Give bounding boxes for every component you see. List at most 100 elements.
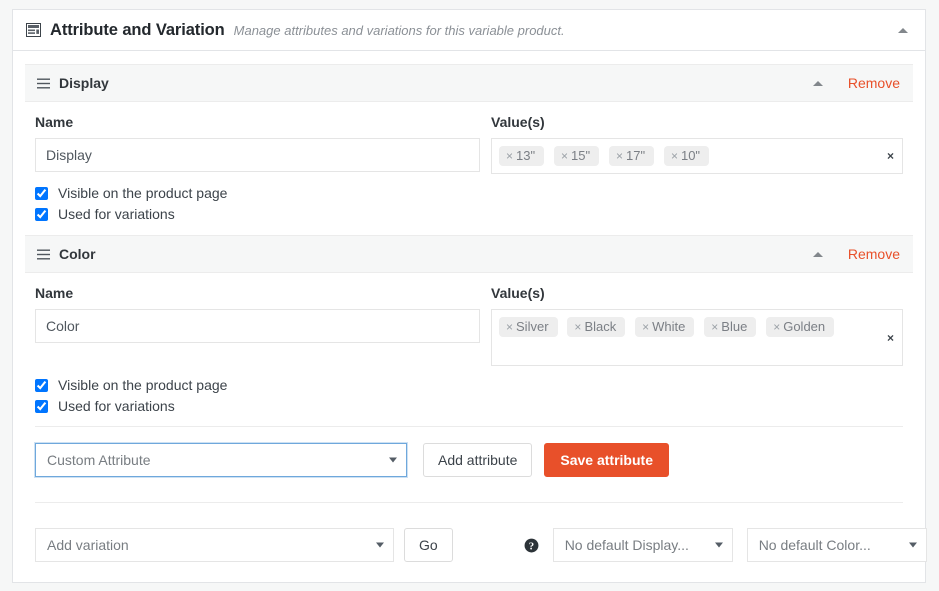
custom-attribute-select[interactable]: Custom Attribute: [35, 443, 407, 477]
caret-up-icon: [812, 251, 823, 257]
value-tag[interactable]: × Silver: [499, 317, 558, 337]
go-button[interactable]: Go: [404, 528, 453, 562]
panel-header: Attribute and Variation Manage attribute…: [13, 10, 925, 51]
question-mark-icon[interactable]: ?: [524, 538, 539, 553]
default-display-select-value: No default Display...: [564, 537, 689, 553]
name-label: Name: [35, 114, 74, 130]
value-tag[interactable]: × 17": [608, 146, 655, 166]
used-for-variations-checkbox[interactable]: [35, 207, 48, 221]
values-label: Value(s): [491, 285, 545, 301]
tag-label: White: [652, 319, 686, 334]
panel-subtitle: Manage attributes and variations for thi…: [233, 22, 565, 38]
value-tag[interactable]: × White: [635, 317, 695, 337]
attribute-name-input[interactable]: [35, 138, 480, 172]
default-color-select-value: No default Color...: [758, 537, 871, 553]
attribute-values-col: Value(s) ×Silver ×Black ×White ×Blue: [480, 285, 913, 366]
page-title: Attribute and Variation: [50, 20, 225, 39]
used-for-variations-checkbox[interactable]: [35, 399, 48, 413]
tag-label: 13": [516, 148, 536, 163]
remove-attribute-link[interactable]: Remove: [848, 75, 900, 91]
tag-label: 15": [571, 148, 591, 163]
value-tag[interactable]: × 13": [499, 146, 545, 166]
attribute-variation-panel: Attribute and Variation Manage attribute…: [12, 9, 927, 583]
tag-remove-icon[interactable]: ×: [671, 149, 678, 163]
attribute-options-color: Visible on the product page Used for var…: [25, 366, 913, 414]
attribute-fields-display: Name Value(s) ×13" ×15" ×17": [25, 102, 913, 174]
panel-collapse-toggle[interactable]: [895, 22, 911, 38]
tag-remove-icon[interactable]: ×: [506, 149, 513, 163]
default-display-select[interactable]: No default Display...: [552, 528, 733, 562]
chevron-down-icon: [376, 542, 384, 548]
tag-remove-icon[interactable]: ×: [561, 149, 568, 163]
tag-label: 10": [680, 148, 701, 163]
value-tag[interactable]: × Golden: [766, 317, 835, 337]
value-tag[interactable]: × 10": [663, 146, 710, 166]
visible-on-product-page-row[interactable]: Visible on the product page: [35, 185, 913, 201]
attribute-collapse-toggle[interactable]: [810, 246, 826, 262]
save-attribute-button[interactable]: Save attribute: [544, 443, 669, 477]
drag-handle-icon[interactable]: [37, 78, 50, 89]
add-variation-select[interactable]: Add variation: [35, 528, 394, 562]
chevron-down-icon: [908, 542, 917, 548]
attribute-name-input[interactable]: [35, 309, 480, 343]
tag-remove-icon[interactable]: ×: [574, 320, 581, 334]
attribute-options-display: Visible on the product page Used for var…: [25, 174, 913, 222]
tag-remove-icon[interactable]: ×: [616, 149, 623, 163]
caret-up-icon: [898, 27, 908, 33]
remove-attribute-link[interactable]: Remove: [848, 246, 900, 262]
used-for-variations-label: Used for variations: [58, 206, 175, 222]
attribute-collapse-toggle[interactable]: [810, 75, 826, 91]
chevron-down-icon: [389, 457, 397, 463]
attribute-name-col: Name: [25, 285, 480, 366]
tag-remove-icon[interactable]: ×: [506, 320, 513, 334]
attribute-values-tagbox[interactable]: ×Silver ×Black ×White ×Blue ×Golden: [491, 309, 903, 366]
visible-on-product-page-row[interactable]: Visible on the product page: [35, 377, 913, 393]
clear-values-icon[interactable]: ×: [887, 150, 894, 162]
clear-values-icon[interactable]: ×: [887, 332, 894, 344]
attribute-header-actions: Remove: [810, 75, 900, 91]
variation-actions-row: Add variation Go ? No default Display...…: [25, 528, 927, 562]
custom-attribute-select-value: Custom Attribute: [47, 452, 151, 468]
add-attribute-button[interactable]: Add attribute: [423, 443, 533, 477]
visible-on-product-page-checkbox[interactable]: [35, 186, 48, 200]
attribute-header-color: Color Remove: [25, 235, 913, 273]
tag-remove-icon[interactable]: ×: [773, 320, 780, 334]
tag-label: Golden: [783, 319, 826, 334]
name-label: Name: [35, 285, 74, 301]
add-variation-select-value: Add variation: [47, 537, 129, 553]
tag-remove-icon[interactable]: ×: [711, 320, 718, 334]
attribute-heading: Display: [59, 75, 109, 91]
default-color-select[interactable]: No default Color...: [746, 528, 927, 562]
tag-remove-icon[interactable]: ×: [642, 320, 649, 334]
divider-above-variation-actions: [35, 502, 903, 503]
visible-on-product-page-label: Visible on the product page: [58, 185, 228, 201]
used-for-variations-row[interactable]: Used for variations: [35, 398, 913, 414]
attribute-header-display: Display Remove: [25, 64, 913, 102]
visible-on-product-page-checkbox[interactable]: [35, 378, 48, 392]
drag-handle-icon[interactable]: [37, 249, 50, 260]
tag-label: 17": [625, 148, 646, 163]
used-for-variations-label: Used for variations: [58, 398, 175, 414]
attribute-values-tagbox[interactable]: × 13" × 15" × 17" × 10" ×: [491, 138, 903, 174]
attribute-name-col: Name: [25, 114, 480, 174]
value-tag[interactable]: × Black: [567, 317, 626, 337]
attribute-header-actions: Remove: [810, 246, 900, 262]
caret-up-icon: [812, 80, 823, 86]
used-for-variations-row[interactable]: Used for variations: [35, 206, 913, 222]
attribute-actions-row: Custom Attribute Add attribute Save attr…: [25, 443, 913, 477]
attribute-block-display: Display Remove Name Value(s): [25, 64, 913, 222]
attribute-heading: Color: [59, 246, 96, 262]
chevron-down-icon: [714, 542, 723, 548]
value-tag[interactable]: × 15": [553, 146, 600, 166]
panel-body: Display Remove Name Value(s): [13, 51, 927, 582]
values-label: Value(s): [491, 114, 545, 130]
tag-label: Blue: [721, 319, 748, 334]
divider-above-attribute-actions: [35, 426, 903, 427]
value-tag[interactable]: × Blue: [704, 317, 757, 337]
tag-label: Black: [584, 319, 617, 334]
attribute-fields-color: Name Value(s) ×Silver ×Black ×White: [25, 273, 913, 366]
list-table-icon: [26, 23, 41, 37]
visible-on-product-page-label: Visible on the product page: [58, 377, 228, 393]
attribute-block-color: Color Remove Name Value(s): [25, 235, 913, 414]
svg-text:?: ?: [528, 540, 533, 552]
